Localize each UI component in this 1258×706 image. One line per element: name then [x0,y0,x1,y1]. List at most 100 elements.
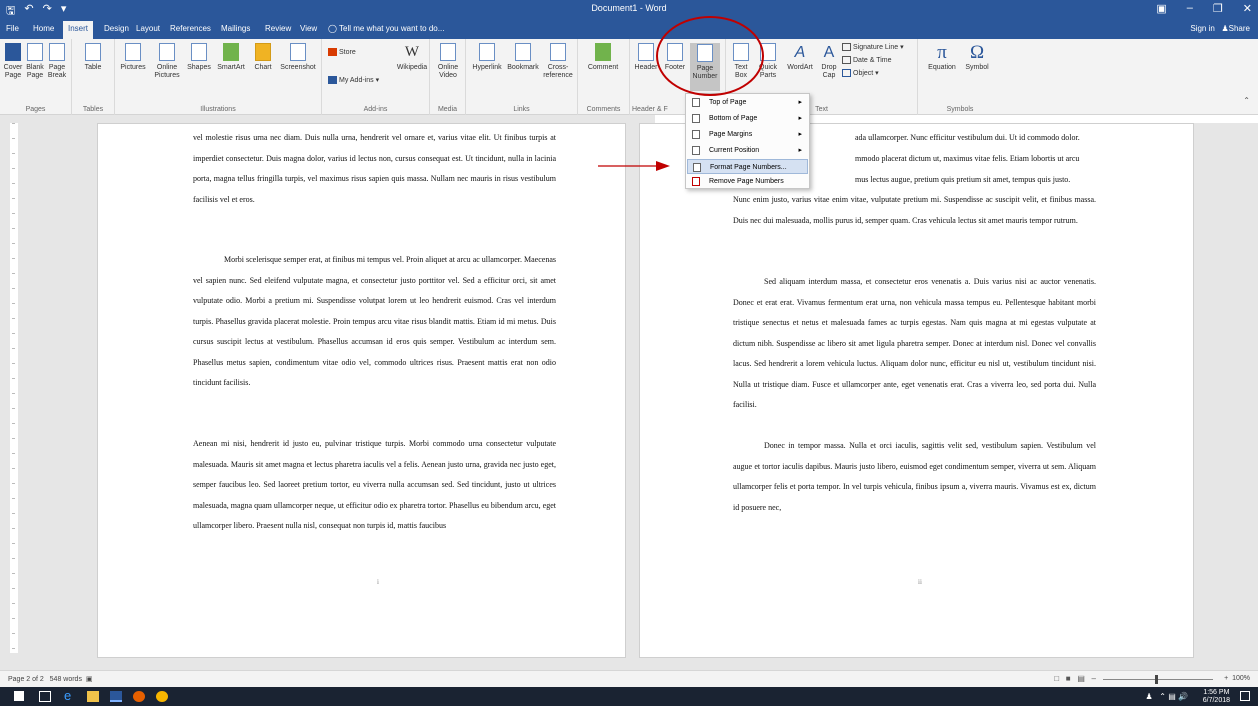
pictures-button[interactable]: Pictures [119,43,147,72]
firefox-icon[interactable] [133,691,145,702]
header-button[interactable]: Header [632,43,660,72]
tell-me-search[interactable]: ◯ Tell me what you want to do... [328,24,444,33]
group-label-comments: Comments [586,106,621,113]
clock[interactable]: 1:56 PM 6/7/2018 [1203,689,1230,705]
submenu-arrow-icon: ▸ [798,115,802,122]
web-layout-icon[interactable]: ▤ [1077,674,1085,683]
bookmark-button[interactable]: Bookmark [506,43,540,72]
paragraph: ada ullamcorper. Nunc efficitur vestibul… [855,133,1080,142]
tab-file[interactable]: File [6,24,19,33]
people-icon[interactable]: ♟ [1145,692,1152,701]
edge-icon[interactable]: e [64,688,78,703]
print-layout-icon[interactable]: ■ [1066,674,1071,683]
zoom-slider[interactable] [1103,679,1213,680]
tab-mailings[interactable]: Mailings [221,24,250,33]
screenshot-button[interactable]: Screenshot [278,43,318,72]
page-top-icon [692,98,700,107]
group-pages: Cover Page Blank Page Page Break Pages [0,39,72,115]
collapse-ribbon-icon[interactable]: ⌃ [1243,96,1250,105]
quick-parts-button[interactable]: Quick Parts [754,43,782,80]
page-number-button[interactable]: Page Number [690,43,720,91]
paragraph: Aenean mi nisi, hendrerit id justo eu, p… [193,439,556,530]
online-pictures-button[interactable]: Online Pictures [150,43,184,80]
chart-button[interactable]: Chart [250,43,276,72]
footer-button[interactable]: Footer [661,43,689,72]
document-page-1[interactable]: vel molestie risus urna nec diam. Duis n… [97,123,626,658]
object-button[interactable]: Object ▾ [842,69,879,78]
clock-time: 1:56 PM [1203,689,1230,696]
word-taskbar-icon[interactable] [110,691,122,702]
tray-chevron-icon[interactable]: ⌃ [1159,692,1166,701]
tab-insert[interactable]: Insert [63,21,94,39]
blank-page-button[interactable]: Blank Page [25,43,45,80]
menu-item-bottom-of-page[interactable]: Bottom of Page ▸ [687,111,808,126]
paragraph: Morbi scelerisque semper erat, at finibu… [193,255,556,387]
volume-icon[interactable]: 🔊 [1178,692,1188,701]
wikipedia-button[interactable]: W Wikipedia [396,43,428,72]
shapes-icon [191,43,207,61]
online-video-button[interactable]: Online Video [434,43,462,80]
tab-home[interactable]: Home [33,24,54,33]
symbol-button[interactable]: Ω Symbol [962,43,992,72]
start-icon[interactable] [14,691,24,701]
document-page-2[interactable]: ada ullamcorper. Nunc efficitur vestibul… [639,123,1194,658]
zoom-level[interactable]: + 100% [1224,675,1250,682]
paragraph: Sed aliquam interdum massa, et consectet… [733,277,1096,409]
wordart-icon: A [794,44,806,61]
my-addins-button[interactable]: My Add-ins ▾ [328,76,379,85]
comment-button[interactable]: Comment [584,43,622,72]
menu-item-format-page-numbers[interactable]: Format Page Numbers... [687,159,808,174]
read-mode-icon[interactable]: □ [1054,674,1059,683]
menu-item-current-position[interactable]: Current Position ▸ [687,143,808,158]
group-links: Hyperlink Bookmark Cross- reference Link… [466,39,578,115]
menu-item-remove-page-numbers[interactable]: Remove Page Numbers [687,174,808,189]
menu-item-page-margins[interactable]: Page Margins ▸ [687,127,808,142]
tab-layout[interactable]: Layout [136,24,160,33]
format-page-numbers-icon [693,163,701,172]
restore-icon[interactable]: ❐ [1213,2,1223,15]
page-break-icon [49,43,65,61]
vertical-ruler[interactable] [10,123,18,653]
group-illustrations: Pictures Online Pictures Shapes SmartArt… [115,39,322,115]
status-bar: Page 2 of 2 548 words ▣ □ ■ ▤ – + 100% [0,670,1258,687]
screenshot-icon [290,43,306,61]
signature-line-button[interactable]: Signature Line ▾ [842,43,904,52]
network-icon[interactable]: ▤ [1168,692,1176,701]
task-view-icon[interactable] [39,691,51,702]
store-button[interactable]: Store [328,48,356,56]
zoom-slider-handle[interactable] [1155,675,1158,684]
cross-reference-button[interactable]: Cross- reference [542,43,574,80]
table-button[interactable]: Table [79,43,107,72]
share-button[interactable]: Share [1229,24,1250,33]
smartart-button[interactable]: SmartArt [214,43,248,72]
tab-design[interactable]: Design [104,24,129,33]
wordart-button[interactable]: A WordArt [784,43,816,72]
group-tables: Table Tables [72,39,115,115]
proofing-icon[interactable]: ▣ [86,676,93,683]
ruler-ticks [12,123,15,653]
tab-view[interactable]: View [300,24,317,33]
word-count[interactable]: 548 words [50,676,82,683]
page-break-button[interactable]: Page Break [47,43,67,80]
page-count[interactable]: Page 2 of 2 [8,676,44,683]
notifications-icon[interactable] [1240,691,1250,701]
date-time-button[interactable]: Date & Time [842,56,892,64]
ribbon-display-icon[interactable]: ▣ [1156,2,1166,15]
quick-parts-icon [760,43,776,61]
hyperlink-button[interactable]: Hyperlink [470,43,504,72]
drop-cap-button[interactable]: A Drop Cap [818,43,840,80]
tab-references[interactable]: References [170,24,211,33]
menu-item-top-of-page[interactable]: Top of Page ▸ [687,95,808,110]
text-box-button[interactable]: Text Box [730,43,752,80]
close-icon[interactable]: ✕ [1243,2,1252,15]
tab-review[interactable]: Review [265,24,291,33]
paragraph: vel molestie risus urna nec diam. Duis n… [193,133,556,204]
group-symbols: π Equation Ω Symbol Symbols [918,39,1002,115]
sign-in-link[interactable]: Sign in [1190,24,1214,33]
file-explorer-icon[interactable] [87,691,99,702]
shapes-button[interactable]: Shapes [186,43,212,72]
app-icon[interactable] [156,691,168,702]
equation-button[interactable]: π Equation [924,43,960,72]
cover-page-button[interactable]: Cover Page [3,43,23,80]
minimize-icon[interactable]: – [1187,2,1193,15]
